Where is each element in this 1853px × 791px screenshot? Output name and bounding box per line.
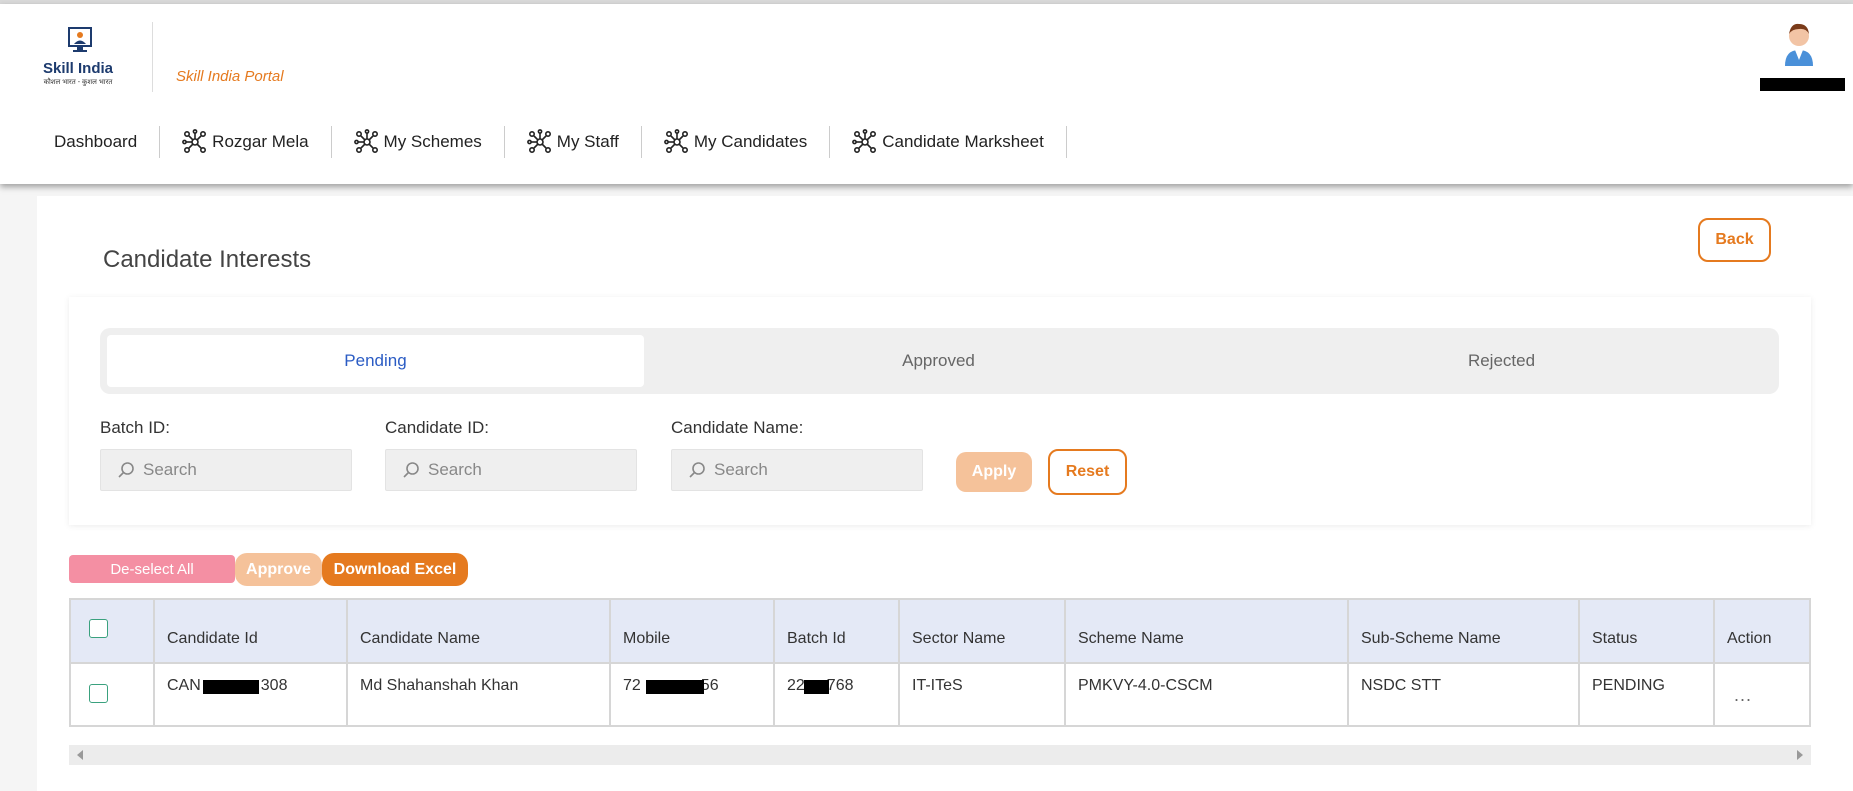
tab-pending[interactable]: Pending [107,335,644,387]
header-status[interactable]: Status [1592,630,1637,648]
header-divider [152,22,153,92]
portal-name: Skill India Portal [176,68,284,85]
nav-label: My Candidates [693,132,808,151]
search-icon [118,462,134,478]
tab-rejected[interactable]: Rejected [1233,335,1770,387]
network-icon [182,129,207,153]
batch-id-label: Batch ID: [100,418,170,437]
nav-candidate-marksheet[interactable]: Candidate Marksheet [830,126,1067,158]
network-icon [663,129,688,153]
back-button[interactable]: Back [1698,218,1771,262]
header-sector-name[interactable]: Sector Name [912,630,1005,648]
user-avatar-icon[interactable] [1779,20,1819,66]
scroll-right-icon[interactable] [1797,750,1803,760]
reset-button[interactable]: Reset [1048,449,1127,495]
search-icon [689,462,705,478]
nav-dashboard[interactable]: Dashboard [40,126,161,158]
scroll-left-icon[interactable] [77,750,83,760]
header-sub-scheme-name[interactable]: Sub-Scheme Name [1361,630,1501,648]
column-divider [1064,600,1066,725]
column-divider [1347,600,1349,725]
batch-id-input[interactable] [143,460,343,480]
cell-candidate-name: Md Shahanshah Khan [360,677,519,694]
header-action: Action [1727,630,1772,647]
candidate-name-label: Candidate Name: [671,418,804,437]
nav-label: Dashboard [54,132,138,151]
redacted-mobile [646,680,704,694]
header-candidate-id[interactable]: Candidate Id [167,630,258,648]
candidate-name-input[interactable] [714,460,914,480]
deselect-all-button[interactable]: De-select All [69,555,235,583]
row-checkbox[interactable] [89,684,108,703]
page-title: Candidate Interests [103,246,312,273]
logo-name: Skill India [42,60,114,77]
network-icon [852,129,877,153]
network-icon [526,129,551,153]
column-divider [153,600,155,725]
apply-button[interactable]: Apply [956,452,1032,492]
select-all-checkbox[interactable] [89,619,108,638]
candidates-table: Candidate Id Candidate Name Mobile Batch… [69,598,1811,727]
column-divider [609,600,611,725]
cell-sector-name: IT-ITeS [912,677,963,694]
cell-status: PENDING [1592,677,1665,694]
main-nav: Dashboard Rozgar Mela My Schemes My Staf… [40,122,1067,162]
header-batch-id[interactable]: Batch Id [787,630,846,648]
search-icon [403,462,419,478]
candidate-id-prefix: CAN [167,677,201,694]
nav-label: Rozgar Mela [212,132,309,151]
candidate-id-label: Candidate ID: [385,418,489,437]
column-divider [1713,600,1715,725]
cell-scheme-name: PMKVY-4.0-CSCM [1078,677,1213,694]
column-divider [346,600,348,725]
nav-label: My Staff [556,132,619,151]
horizontal-scrollbar[interactable] [69,745,1811,765]
candidate-id-field [385,449,637,491]
status-tabs: Pending Approved Rejected [100,328,1779,394]
redacted-batch-id [804,680,829,694]
header-mobile[interactable]: Mobile [623,630,670,648]
batch-id-suffix: 768 [826,677,854,694]
column-divider [898,600,900,725]
logo-tagline: कौशल भारत - कुशल भारत [43,79,113,86]
column-divider [1578,600,1580,725]
nav-label: Candidate Marksheet [882,132,1044,151]
network-icon [353,129,378,153]
nav-my-staff[interactable]: My Staff [505,126,642,158]
redacted-candidate-id [203,680,259,694]
nav-rozgar-mela[interactable]: Rozgar Mela [160,126,332,158]
mobile-prefix: 72 [623,677,641,694]
candidate-id-suffix: 308 [260,677,288,694]
header-candidate-name[interactable]: Candidate Name [360,630,480,648]
redacted-username [1760,78,1845,91]
tab-approved[interactable]: Approved [670,335,1207,387]
approve-button[interactable]: Approve [235,553,322,586]
header-scheme-name[interactable]: Scheme Name [1078,630,1184,648]
row-action-menu[interactable]: ... [1734,685,1752,706]
monitor-person-icon [68,27,92,52]
column-divider [773,600,775,725]
cell-sub-scheme-name: NSDC STT [1361,677,1441,694]
nav-label: My Schemes [383,132,482,151]
skill-india-logo[interactable]: Skill India कौशल भारत - कुशल भारत [38,26,118,92]
download-excel-button[interactable]: Download Excel [322,553,468,586]
nav-my-candidates[interactable]: My Candidates [642,126,831,158]
batch-id-field [100,449,352,491]
candidate-name-field [671,449,923,491]
candidate-id-input[interactable] [428,460,628,480]
nav-my-schemes[interactable]: My Schemes [332,126,505,158]
batch-id-prefix: 22 [787,677,805,694]
